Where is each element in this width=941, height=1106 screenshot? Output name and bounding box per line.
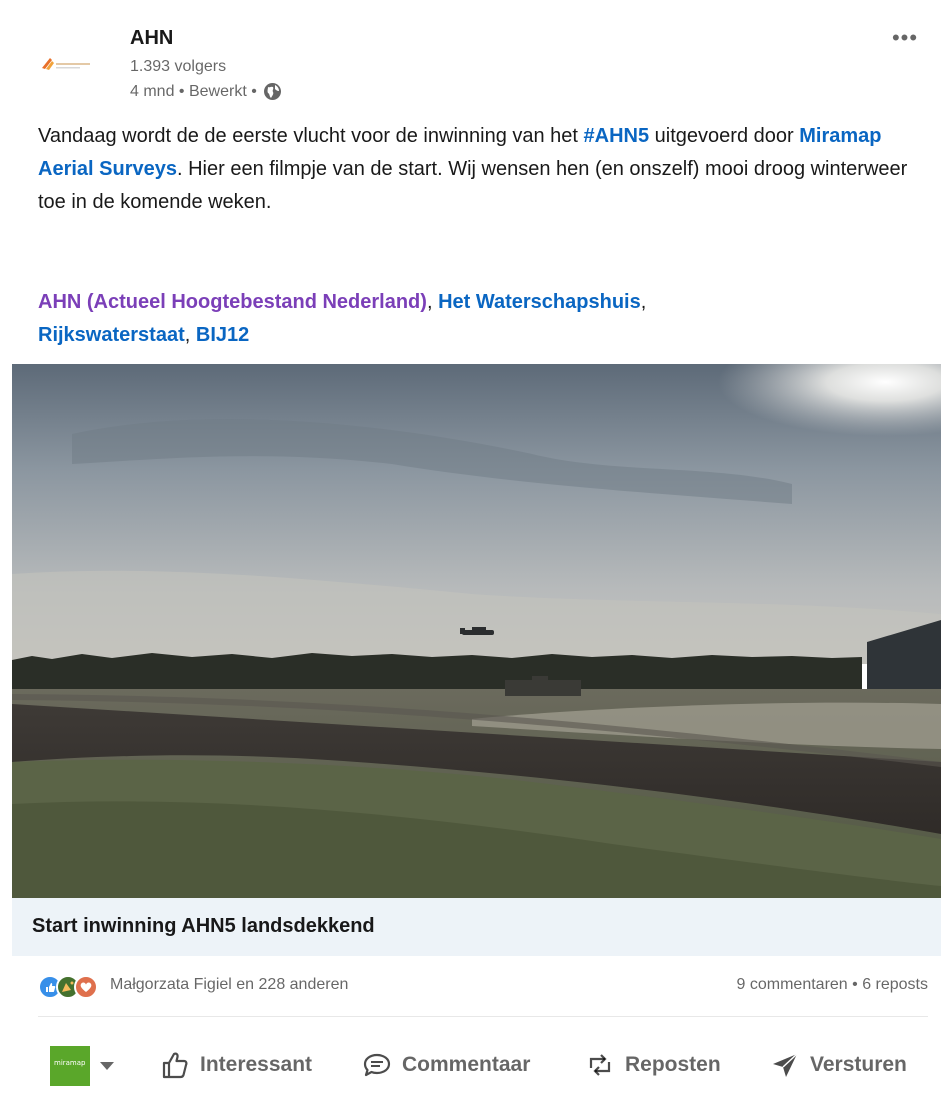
video-caption[interactable]: Start inwinning AHN5 landsdekkend: [12, 898, 941, 956]
divider: [38, 1016, 928, 1017]
thumbs-up-icon: [158, 1048, 192, 1082]
reaction-icons[interactable]: [38, 975, 104, 999]
post-text: Vandaag wordt de de eerste vlucht voor d…: [38, 120, 918, 219]
mention-link[interactable]: AHN (Actueel Hoogtebestand Nederland): [38, 291, 427, 313]
company-logo[interactable]: [36, 38, 120, 86]
actor-avatar: miramap: [50, 1046, 90, 1086]
post-header: AHN 1.393 volgers 4 mnd • Bewerkt • •••: [0, 0, 941, 115]
send-button[interactable]: Versturen: [768, 1030, 907, 1100]
video-caption-title: Start inwinning AHN5 landsdekkend: [32, 915, 375, 937]
mention-link[interactable]: Rijkswaterstaat: [38, 324, 185, 346]
comment-button-label: Commentaar: [402, 1053, 531, 1076]
mentions: AHN (Actueel Hoogtebestand Nederland), H…: [38, 286, 918, 352]
actor-switch-button[interactable]: miramap: [50, 1044, 114, 1088]
speech-bubble-icon: [360, 1048, 394, 1082]
repost-button[interactable]: Reposten: [583, 1030, 721, 1100]
caret-down-icon: [100, 1062, 114, 1070]
follower-count: 1.393 volgers: [130, 58, 227, 75]
action-bar: miramap Interessant Commentaar Reposten …: [38, 1030, 928, 1100]
hashtag-link[interactable]: #AHN5: [584, 125, 650, 147]
post-card: AHN 1.393 volgers 4 mnd • Bewerkt • ••• …: [0, 0, 941, 1106]
mention-separator: ,: [640, 291, 647, 313]
mention-link[interactable]: Het Waterschapshuis: [438, 291, 641, 313]
comments-reposts-count[interactable]: 9 commentaren • 6 reposts: [737, 976, 928, 994]
more-options-button[interactable]: •••: [885, 22, 925, 54]
actor-avatar-label: miramap: [54, 1059, 86, 1067]
like-button[interactable]: Interessant: [158, 1030, 312, 1100]
send-button-label: Versturen: [810, 1053, 907, 1076]
comment-button[interactable]: Commentaar: [360, 1030, 530, 1100]
post-meta: 4 mnd • Bewerkt •: [130, 82, 282, 101]
mention-link[interactable]: BIJ12: [196, 324, 249, 346]
like-button-label: Interessant: [200, 1053, 313, 1076]
mention-separator: ,: [426, 291, 439, 313]
post-text-part: uitgevoerd door: [649, 125, 800, 147]
social-counts: Małgorzata Figiel en 228 anderen 9 comme…: [38, 972, 928, 1002]
globe-icon: [263, 82, 282, 101]
post-age-edited: 4 mnd • Bewerkt •: [130, 82, 257, 100]
reactions-count[interactable]: Małgorzata Figiel en 228 anderen: [110, 976, 348, 994]
author-name[interactable]: AHN: [130, 27, 173, 50]
paper-plane-icon: [768, 1048, 802, 1082]
repost-arrows-icon: [583, 1048, 617, 1082]
mention-separator: ,: [184, 324, 196, 346]
video-frame-image: [12, 364, 941, 898]
repost-button-label: Reposten: [625, 1053, 721, 1076]
video-player[interactable]: [12, 364, 941, 898]
post-text-part: Vandaag wordt de de eerste vlucht voor d…: [38, 125, 584, 147]
